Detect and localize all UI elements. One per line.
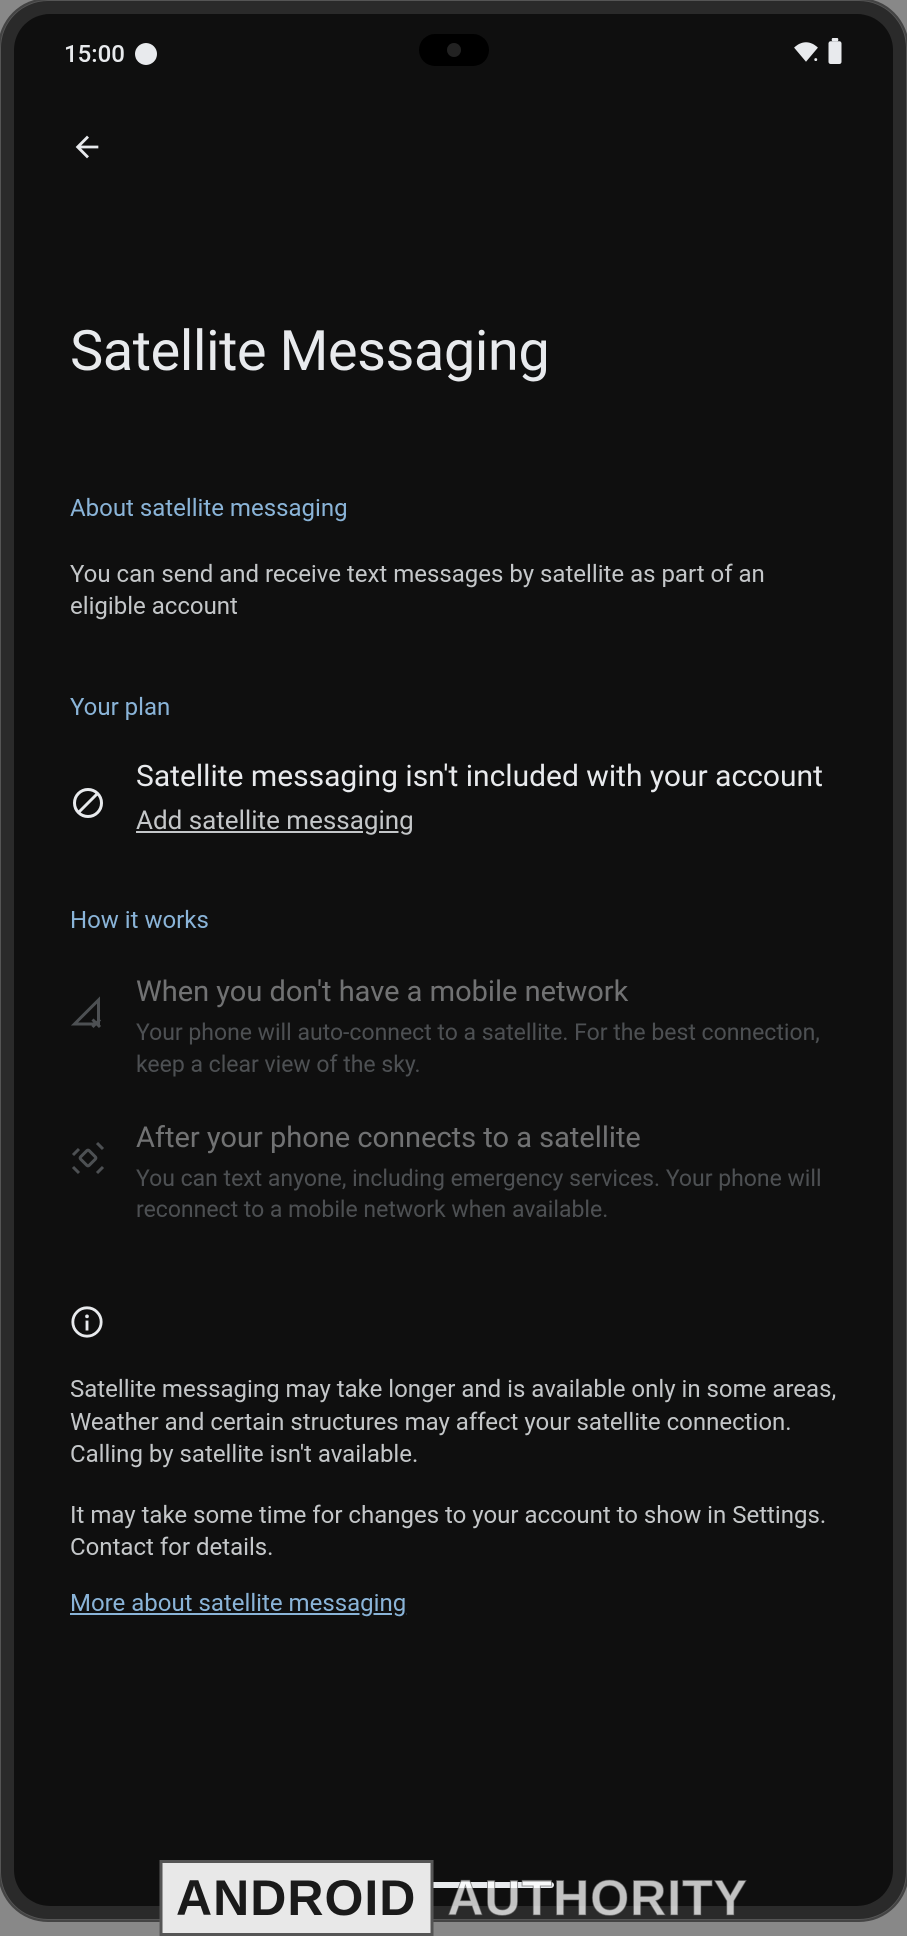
screen: 15:00 Satellite Messaging About satellit… bbox=[14, 14, 893, 1906]
status-time: 15:00 bbox=[64, 40, 125, 68]
watermark: ANDROID AUTHORITY bbox=[159, 1860, 748, 1936]
section-header-plan: Your plan bbox=[70, 693, 837, 721]
plan-status-title: Satellite messaging isn't included with … bbox=[136, 757, 837, 796]
watermark-part1: ANDROID bbox=[159, 1860, 433, 1936]
footer-note-2: It may take some time for changes to you… bbox=[70, 1499, 837, 1564]
user-avatar-icon bbox=[135, 43, 157, 65]
camera-cutout bbox=[419, 34, 489, 66]
back-button[interactable] bbox=[70, 130, 104, 168]
battery-icon bbox=[827, 38, 843, 70]
phone-frame: 15:00 Satellite Messaging About satellit… bbox=[0, 0, 907, 1920]
info-icon bbox=[70, 1305, 837, 1343]
section-header-about: About satellite messaging bbox=[70, 494, 837, 522]
more-about-link[interactable]: More about satellite messaging bbox=[70, 1589, 406, 1617]
not-available-icon bbox=[70, 785, 106, 825]
add-satellite-messaging-link[interactable]: Add satellite messaging bbox=[136, 806, 414, 836]
section-header-how: How it works bbox=[70, 906, 837, 934]
how-item-title: After your phone connects to a satellite bbox=[136, 1120, 837, 1158]
wifi-icon bbox=[793, 40, 819, 68]
page-title: Satellite Messaging bbox=[70, 318, 837, 384]
watermark-part2: AUTHORITY bbox=[447, 1869, 748, 1927]
about-body-text: You can send and receive text messages b… bbox=[70, 558, 837, 623]
how-item-desc: Your phone will auto-connect to a satell… bbox=[136, 1017, 837, 1079]
how-it-works-item: After your phone connects to a satellite… bbox=[70, 1120, 837, 1226]
no-signal-icon bbox=[70, 994, 106, 1034]
how-item-title: When you don't have a mobile network bbox=[136, 974, 837, 1012]
footer-note-1: Satellite messaging may take longer and … bbox=[70, 1373, 837, 1470]
satellite-icon bbox=[70, 1140, 106, 1180]
how-item-desc: You can text anyone, including emergency… bbox=[136, 1163, 837, 1225]
plan-status-row: Satellite messaging isn't included with … bbox=[70, 757, 837, 836]
how-it-works-item: When you don't have a mobile network You… bbox=[70, 974, 837, 1080]
